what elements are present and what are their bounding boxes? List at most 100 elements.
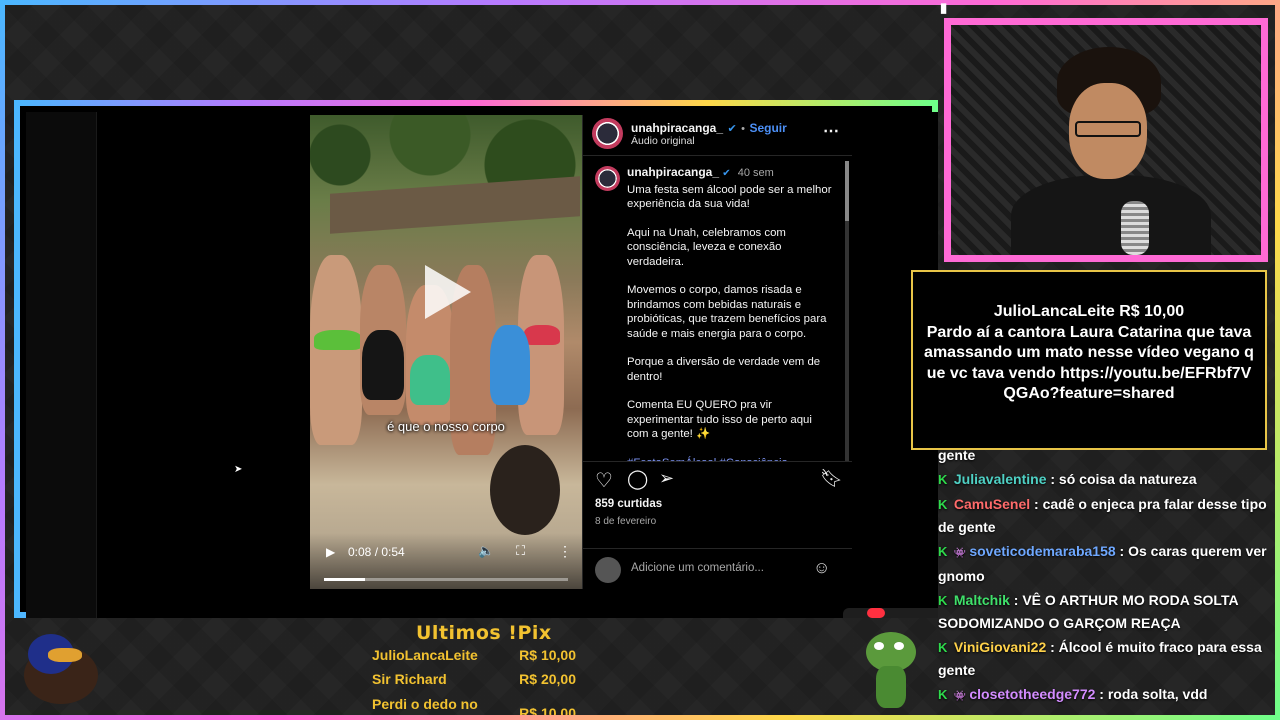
pix-name: JulioLancaLeite — [372, 647, 478, 663]
notification-tab[interactable] — [843, 608, 938, 618]
play-icon[interactable]: ▶ — [326, 545, 335, 559]
chat-text: gente — [938, 447, 976, 463]
alert-message: Pardo aí a cantora Laura Catarina que ta… — [924, 323, 1254, 403]
bookmark-icon[interactable]: 🔖︎ — [820, 468, 843, 489]
video-controls: ▶ 0:08 / 0:54 🔈 ⛶ ⋮ — [310, 533, 582, 589]
scrollbar-thumb[interactable] — [845, 161, 849, 221]
comment-box: Adicione um comentário... ☺ — [583, 548, 852, 591]
chat-message: K Maltchik : VÊ O ARTHUR MO RODA SOLTA S… — [938, 589, 1272, 634]
kick-badge-icon: K — [938, 472, 948, 487]
kick-badge-icon: K — [938, 593, 948, 608]
video-person — [490, 325, 530, 405]
webcam — [944, 18, 1268, 262]
separator-dot: • — [741, 123, 746, 135]
streamer-glasses — [1075, 121, 1141, 137]
post-date: 8 de fevereiro — [595, 516, 657, 527]
chat-user[interactable]: soveticodemaraba158 — [969, 543, 1115, 559]
caption-line: Aqui na Unah, celebramos com consciência… — [627, 226, 786, 268]
chat-user[interactable]: Juliavalentine — [954, 471, 1047, 487]
screen-capture: ➤ é que o nosso corpo ▶ 0:08 / 0:54 🔈 ⛶ — [14, 100, 938, 618]
verified-icon: ✔ — [727, 123, 737, 135]
chat-text: : roda solta, vdd — [1095, 686, 1208, 702]
pix-row: Sir Richard R$ 20,00 — [372, 671, 578, 687]
user-avatar — [595, 557, 621, 583]
post-panel: unahpiracanga_ ✔ • Seguir Áudio original… — [582, 115, 852, 590]
comment-input[interactable]: Adicione um comentário... — [631, 562, 764, 574]
pix-row: JulioLancaLeite R$ 10,00 — [372, 647, 578, 663]
caption-username[interactable]: unahpiracanga_ — [627, 165, 719, 179]
chat-message: K Juliavalentine : só coisa da natureza — [938, 468, 1272, 491]
likes-count[interactable]: 859 curtidas — [595, 498, 662, 510]
chat-message: K CamuSenel : cadê o enjeca pra falar de… — [938, 493, 1272, 538]
chat-user[interactable]: closetotheedge772 — [969, 686, 1095, 702]
post-actions: ♡ ◯ ➢ 🔖︎ 859 curtidas 8 de fevereiro Adi… — [583, 461, 852, 590]
play-overlay-icon[interactable] — [425, 265, 471, 319]
video-person-shorts — [410, 355, 450, 405]
browser-viewport: ➤ é que o nosso corpo ▶ 0:08 / 0:54 🔈 ⛶ — [26, 112, 938, 618]
chat-user[interactable]: ViniGiovani22 — [954, 639, 1046, 655]
kick-badge-icon: K — [938, 544, 948, 559]
alert-header: JulioLancaLeite R$ 10,00 — [993, 303, 1185, 320]
more-icon[interactable]: ⋯ — [823, 121, 839, 141]
pepe-frog-icon — [862, 628, 920, 710]
caption-scrollbar[interactable] — [845, 161, 849, 461]
caption-line: Comenta EU QUERO pra vir experimentar tu… — [627, 399, 812, 440]
microphone — [1121, 201, 1149, 255]
notification-badge — [867, 608, 885, 618]
chat-user[interactable]: CamuSenel — [954, 496, 1030, 512]
comment-icon[interactable]: ◯ — [627, 468, 648, 491]
sub-badge-icon: 👾 — [953, 691, 967, 702]
pix-name: Sir Richard — [372, 671, 447, 687]
emoji-icon[interactable]: ☺ — [813, 558, 830, 578]
pix-amount: R$ 10,00 — [519, 647, 576, 663]
video-time: 0:08 / 0:54 — [348, 545, 405, 559]
chat-cutoff-top: ▮ — [940, 0, 955, 15]
mascot-left-icon — [18, 628, 100, 708]
more-options-icon[interactable]: ⋮ — [558, 543, 572, 560]
donation-alert: JulioLancaLeite R$ 10,00 Pardo aí a cant… — [911, 270, 1267, 450]
video-person — [310, 255, 362, 445]
caption-line: Movemos o corpo, damos risada e brindamo… — [627, 284, 827, 340]
chat-message: K ViniGiovani22 : Álcool é muito fraco p… — [938, 636, 1272, 681]
video-person-shorts — [524, 325, 560, 345]
pix-title: Ultimos !Pix — [416, 622, 552, 644]
pix-amount: R$ 20,00 — [519, 671, 576, 687]
chat-user[interactable]: Maltchik — [954, 592, 1010, 608]
video-subtitle: é que o nosso corpo — [387, 419, 505, 434]
caption-header: unahpiracanga_ ✔ 40 sem — [627, 165, 832, 182]
kick-badge-icon: K — [938, 640, 948, 655]
avatar[interactable] — [592, 118, 623, 149]
reel-video[interactable]: é que o nosso corpo ▶ 0:08 / 0:54 🔈 ⛶ ⋮ — [310, 115, 582, 589]
caption-avatar[interactable] — [595, 166, 620, 191]
chat-feed: gente K Juliavalentine : só coisa da nat… — [938, 444, 1272, 710]
streamer-shirt — [1011, 175, 1211, 255]
share-icon[interactable]: ➢ — [659, 468, 674, 489]
audio-label[interactable]: Áudio original — [631, 135, 695, 147]
fullscreen-icon[interactable]: ⛶ — [516, 543, 525, 559]
video-person-dress — [362, 330, 404, 400]
post-caption: unahpiracanga_ ✔ 40 sem Uma festa sem ál… — [627, 165, 832, 485]
pix-name: Perdi o dedo no — [372, 696, 478, 712]
post-age: 40 sem — [737, 167, 774, 179]
follow-button[interactable]: Seguir — [749, 121, 786, 135]
chat-text: : só coisa da natureza — [1046, 471, 1197, 487]
volume-icon[interactable]: 🔈 — [478, 543, 494, 559]
pix-amount: R$ 10,00 — [519, 705, 576, 715]
chat-message: K 👾 closetotheedge772 : roda solta, vdd — [938, 683, 1272, 708]
like-heart-icon[interactable]: ♡ — [595, 468, 613, 493]
caption-line: Porque a diversão de verdade vem de dent… — [627, 356, 821, 383]
chat-message: gente — [938, 444, 1272, 466]
video-person-head — [490, 445, 560, 535]
caption-line: Uma festa sem álcool pode ser a melhor e… — [627, 183, 832, 211]
kick-badge-icon: K — [938, 497, 948, 512]
post-header: unahpiracanga_ ✔ • Seguir Áudio original… — [583, 115, 852, 156]
video-progress-bar[interactable] — [324, 578, 568, 581]
video-progress-fill — [324, 578, 366, 581]
post-username[interactable]: unahpiracanga_ — [631, 121, 723, 135]
verified-icon: ✔ — [722, 168, 731, 179]
pix-row: Perdi o dedo no R$ 10,00 — [372, 696, 578, 715]
mouse-cursor-icon: ➤ — [234, 464, 243, 475]
sidebar-area — [26, 112, 97, 618]
sub-badge-icon: 👾 — [953, 548, 967, 559]
kick-badge-icon: K — [938, 687, 948, 702]
